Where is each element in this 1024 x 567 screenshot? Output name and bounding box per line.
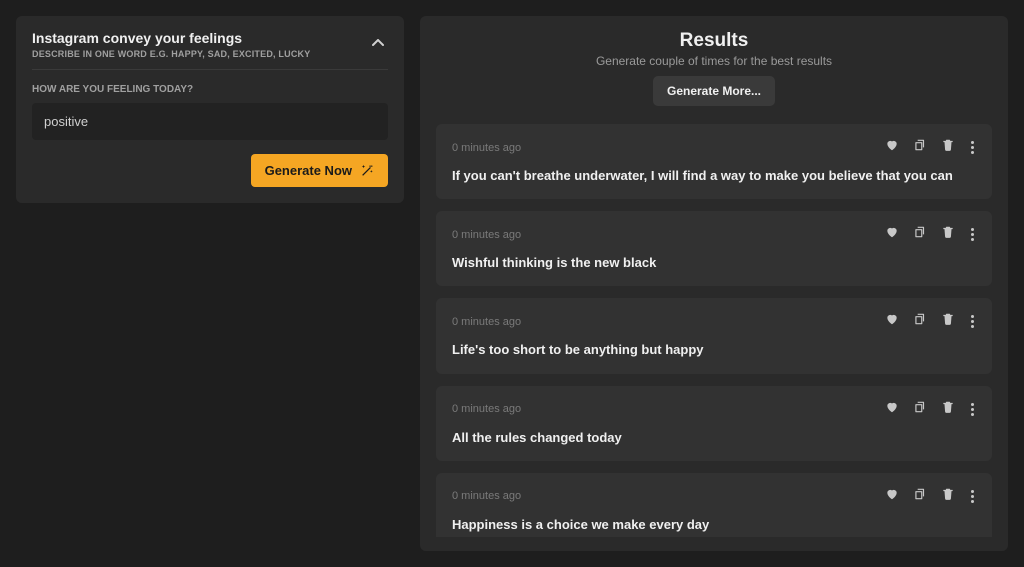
more-icon[interactable] — [969, 490, 976, 503]
copy-icon[interactable] — [913, 487, 927, 506]
trash-icon[interactable] — [941, 138, 955, 157]
trash-icon[interactable] — [941, 487, 955, 506]
result-top: 0 minutes ago — [452, 312, 976, 331]
result-timestamp: 0 minutes ago — [452, 316, 521, 328]
result-item: 0 minutes ago All the rules changed today — [436, 386, 992, 461]
more-icon[interactable] — [969, 228, 976, 241]
result-item: 0 minutes ago Happiness is a choice we ma… — [436, 473, 992, 537]
button-row: Generate Now — [32, 154, 388, 187]
result-actions — [885, 400, 976, 419]
copy-icon[interactable] — [913, 138, 927, 157]
copy-icon[interactable] — [913, 225, 927, 244]
result-top: 0 minutes ago — [452, 487, 976, 506]
form-panel: Instagram convey your feelings DESCRIBE … — [16, 16, 404, 551]
result-text: Wishful thinking is the new black — [452, 254, 976, 272]
generate-button-label: Generate Now — [265, 163, 352, 178]
heart-icon[interactable] — [885, 312, 899, 331]
result-timestamp: 0 minutes ago — [452, 490, 521, 502]
card-header-text: Instagram convey your feelings DESCRIBE … — [32, 30, 310, 59]
input-label: HOW ARE YOU FEELING TODAY? — [32, 84, 388, 95]
input-card: Instagram convey your feelings DESCRIBE … — [16, 16, 404, 203]
result-item: 0 minutes ago Life's too short to be anyt… — [436, 298, 992, 373]
card-title: Instagram convey your feelings — [32, 30, 310, 47]
results-header: Results Generate couple of times for the… — [436, 30, 992, 106]
heart-icon[interactable] — [885, 487, 899, 506]
result-actions — [885, 312, 976, 331]
feeling-input[interactable] — [32, 103, 388, 140]
result-text: If you can't breathe underwater, I will … — [452, 167, 976, 185]
result-timestamp: 0 minutes ago — [452, 142, 521, 154]
result-text: All the rules changed today — [452, 429, 976, 447]
copy-icon[interactable] — [913, 312, 927, 331]
trash-icon[interactable] — [941, 312, 955, 331]
result-text: Life's too short to be anything but happ… — [452, 341, 976, 359]
heart-icon[interactable] — [885, 225, 899, 244]
result-top: 0 minutes ago — [452, 225, 976, 244]
result-top: 0 minutes ago — [452, 400, 976, 419]
trash-icon[interactable] — [941, 400, 955, 419]
trash-icon[interactable] — [941, 225, 955, 244]
more-icon[interactable] — [969, 141, 976, 154]
card-header: Instagram convey your feelings DESCRIBE … — [32, 30, 388, 70]
results-subtitle: Generate couple of times for the best re… — [436, 54, 992, 68]
more-icon[interactable] — [969, 315, 976, 328]
results-list[interactable]: 0 minutes ago If you can't breathe underw… — [436, 124, 992, 537]
card-subtitle: DESCRIBE IN ONE WORD E.G. HAPPY, SAD, EX… — [32, 49, 310, 59]
result-item: 0 minutes ago If you can't breathe underw… — [436, 124, 992, 199]
result-timestamp: 0 minutes ago — [452, 403, 521, 415]
results-panel: Results Generate couple of times for the… — [420, 16, 1008, 551]
heart-icon[interactable] — [885, 138, 899, 157]
result-actions — [885, 138, 976, 157]
result-item: 0 minutes ago Wishful thinking is the new… — [436, 211, 992, 286]
more-icon[interactable] — [969, 403, 976, 416]
generate-button[interactable]: Generate Now — [251, 154, 388, 187]
generate-more-button[interactable]: Generate More... — [653, 76, 775, 106]
result-actions — [885, 487, 976, 506]
heart-icon[interactable] — [885, 400, 899, 419]
result-text: Happiness is a choice we make every day — [452, 516, 976, 534]
result-timestamp: 0 minutes ago — [452, 229, 521, 241]
magic-wand-icon — [360, 163, 374, 177]
result-top: 0 minutes ago — [452, 138, 976, 157]
chevron-up-icon[interactable] — [368, 32, 388, 54]
copy-icon[interactable] — [913, 400, 927, 419]
result-actions — [885, 225, 976, 244]
results-title: Results — [436, 30, 992, 52]
